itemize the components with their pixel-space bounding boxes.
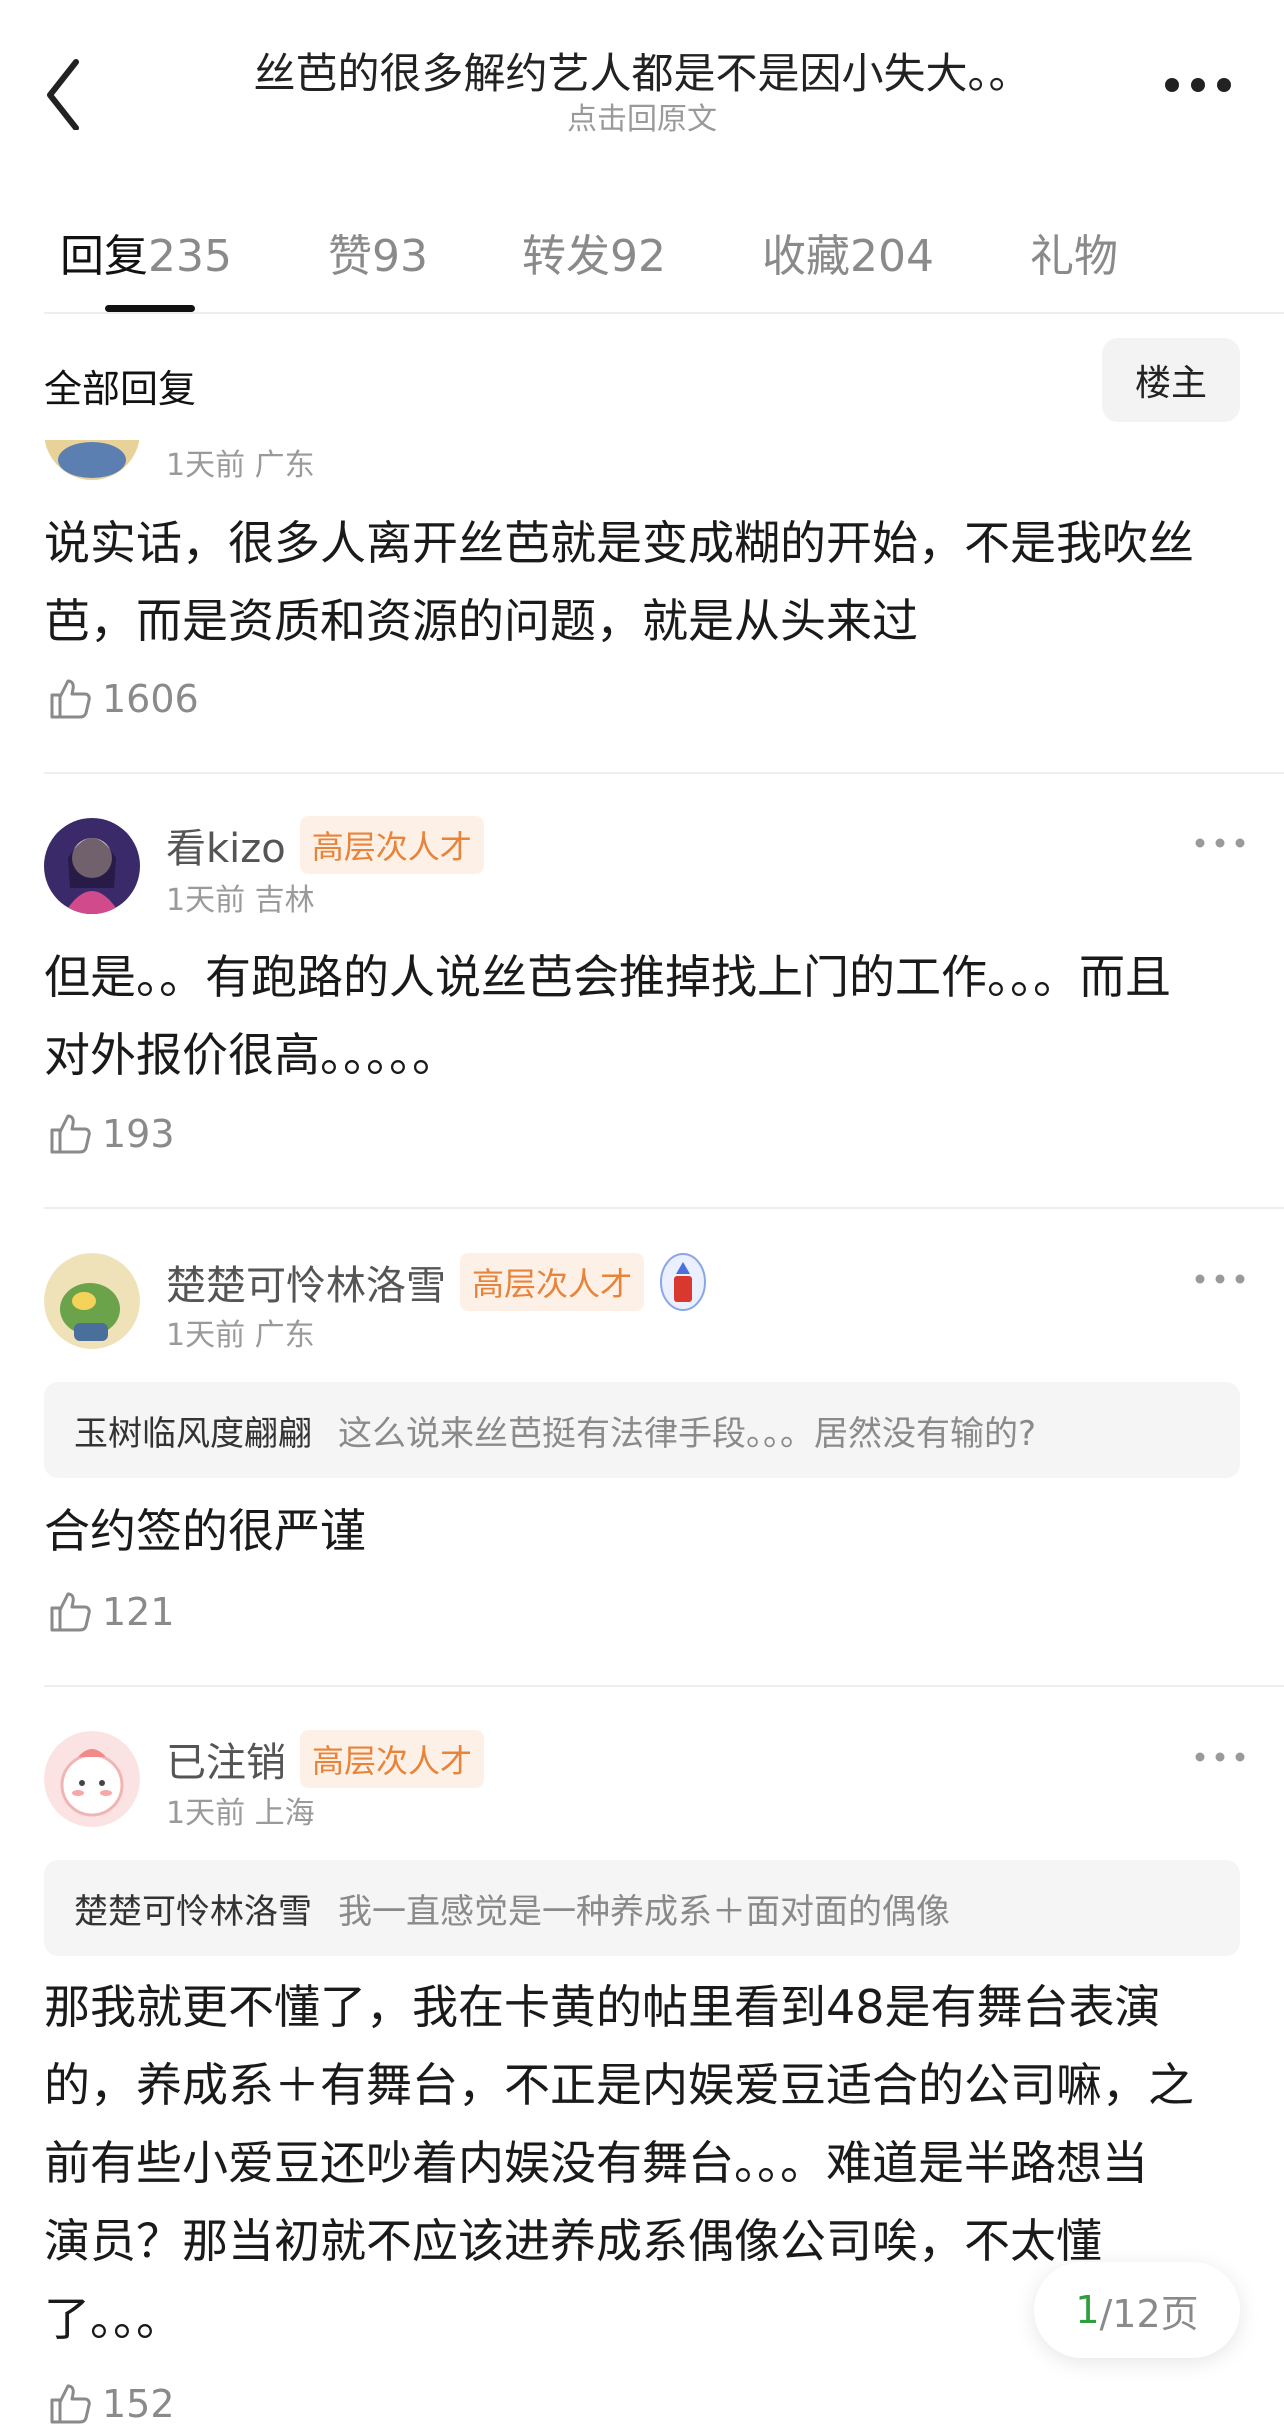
like-button[interactable]: 152 [46,2380,175,2428]
username[interactable]: 楚楚可怜林洛雪 [166,1253,446,1311]
all-replies-label[interactable]: 全部回复 [44,358,196,413]
more-dots-icon [1165,78,1231,92]
tab-reposts[interactable]: 转发92 [522,220,666,284]
more-dots-icon[interactable] [1190,828,1250,858]
more-dots-icon[interactable] [1190,1742,1250,1772]
comment-meta: 1天前 广东 [166,1318,315,1353]
comment-header: 看kizo 高层次人才 [166,816,484,874]
comment-text: 合约签的很严谨 [44,1504,366,1558]
back-to-original-link[interactable]: 点击回原文 [200,94,1084,138]
avatar[interactable] [44,1731,140,1827]
divider [44,1685,1284,1687]
tab-gifts[interactable]: 礼物 [1030,220,1118,284]
comment-meta: 1天前 上海 [166,1796,315,1831]
status-badge: 高层次人才 [300,1730,485,1788]
quoted-reply[interactable]: 楚楚可怜林洛雪 我一直感觉是一种养成系＋面对面的偶像 [44,1860,1240,1956]
divider [44,772,1284,774]
quoted-text: 这么说来丝芭挺有法律手段。。。居然没有输的? [338,1413,1037,1454]
comment-header: 楚楚可怜林洛雪 高层次人才 [166,1252,708,1312]
tab-favorites[interactable]: 收藏204 [762,220,934,284]
comment-meta: 1天前 广东 [166,448,315,483]
divider [44,312,1284,314]
vip-shield-icon [660,1253,707,1311]
username[interactable]: 看kizo [166,816,286,874]
page-indicator[interactable]: 1/12页 [1034,2262,1240,2358]
thumb-up-icon [50,679,91,719]
divider [44,1207,1284,1209]
like-button[interactable]: 121 [46,1588,175,1636]
status-badge: 高层次人才 [460,1253,645,1311]
quoted-username[interactable]: 玉树临风度翩翩 [74,1406,312,1455]
thumb-up-icon [50,2384,91,2424]
like-button[interactable]: 193 [46,1110,175,1158]
avatar[interactable] [44,440,140,480]
comment-text: 但是。。有跑路的人说丝芭会推掉找上门的工作。。。而且 对外报价很高。。。。。 [44,950,1171,1082]
comment-meta: 1天前 吉林 [166,883,315,918]
comment-header: 已注销 高层次人才 [166,1730,485,1788]
thumb-up-icon [50,1114,91,1154]
tab-replies[interactable]: 回复235 [60,220,232,284]
thumb-up-icon [50,1592,91,1632]
op-only-button[interactable]: 楼主 [1102,338,1240,422]
like-button[interactable]: 1606 [46,675,199,723]
more-dots-icon[interactable] [1190,1264,1250,1294]
back-button[interactable] [30,40,100,131]
status-badge: 高层次人才 [299,816,484,874]
tab-active-indicator [105,305,195,312]
post-title[interactable]: 丝芭的很多解约艺人都是不是因小失大。。 [200,40,1084,101]
quoted-text: 我一直感觉是一种养成系＋面对面的偶像 [338,1891,950,1932]
comment-text: 说实话，很多人离开丝芭就是变成糊的开始，不是我吹丝 芭，而是资质和资源的问题，就… [44,516,1194,648]
username[interactable]: 已注销 [166,1730,286,1788]
tab-likes[interactable]: 赞93 [328,220,428,284]
back-chevron-icon [47,59,79,131]
more-button[interactable] [1150,60,1250,110]
quoted-reply[interactable]: 玉树临风度翩翩 这么说来丝芭挺有法律手段。。。居然没有输的? [44,1382,1240,1478]
avatar[interactable] [44,1253,140,1349]
avatar[interactable] [44,818,140,914]
quoted-username[interactable]: 楚楚可怜林洛雪 [74,1884,312,1933]
